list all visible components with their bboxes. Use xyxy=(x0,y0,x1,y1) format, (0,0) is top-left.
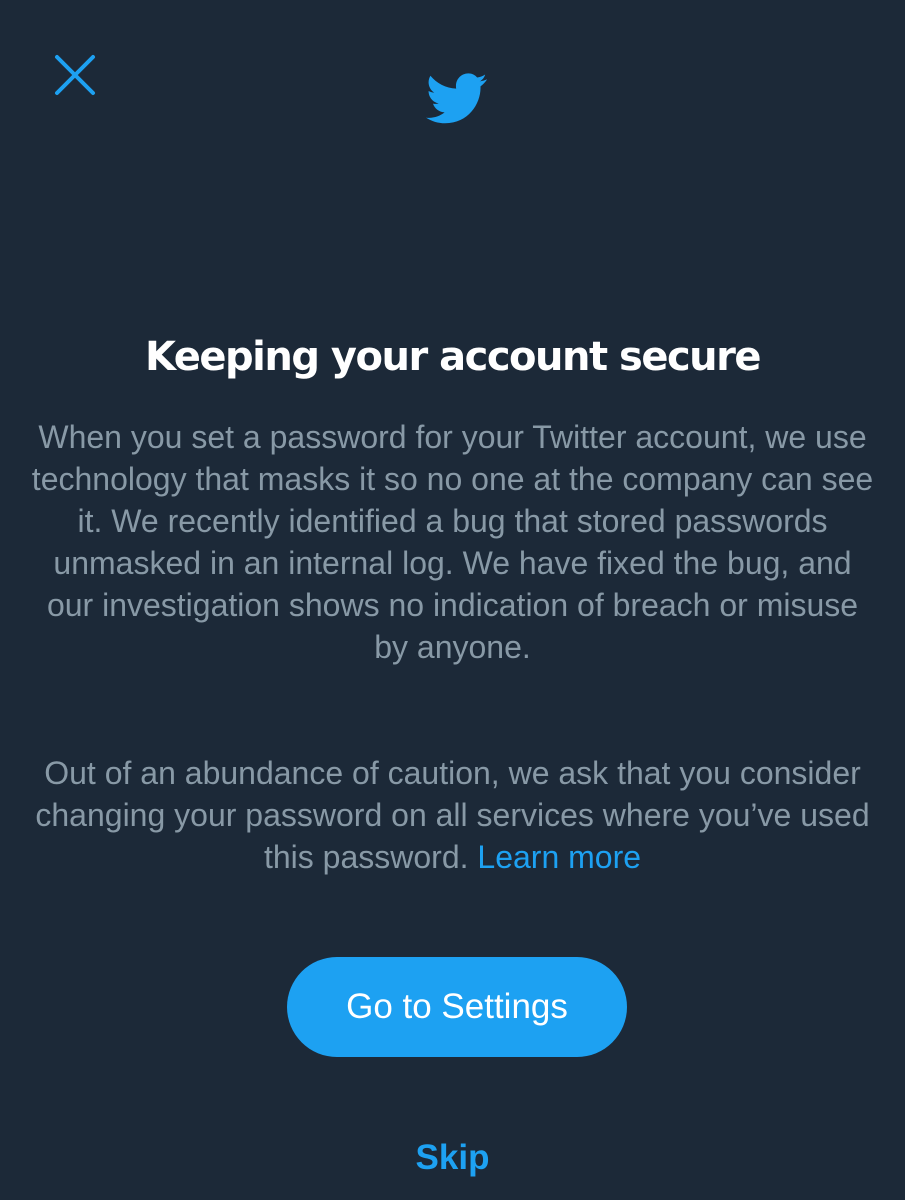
skip-button[interactable]: Skip xyxy=(416,1138,490,1177)
caution-text: Out of an abundance of caution, we ask t… xyxy=(35,755,870,875)
twitter-logo xyxy=(426,72,488,126)
dialog-title: Keeping your account secure xyxy=(145,334,762,380)
go-to-settings-button[interactable]: Go to Settings xyxy=(287,957,627,1057)
caution-paragraph: Out of an abundance of caution, we ask t… xyxy=(30,752,875,878)
explanation-paragraph: When you set a password for your Twitter… xyxy=(31,419,874,665)
close-button[interactable] xyxy=(54,54,96,96)
skip-row: Skip xyxy=(0,1132,905,1184)
learn-more-link[interactable]: Learn more xyxy=(477,839,641,875)
close-icon xyxy=(55,55,95,95)
twitter-bird-icon xyxy=(426,73,487,124)
